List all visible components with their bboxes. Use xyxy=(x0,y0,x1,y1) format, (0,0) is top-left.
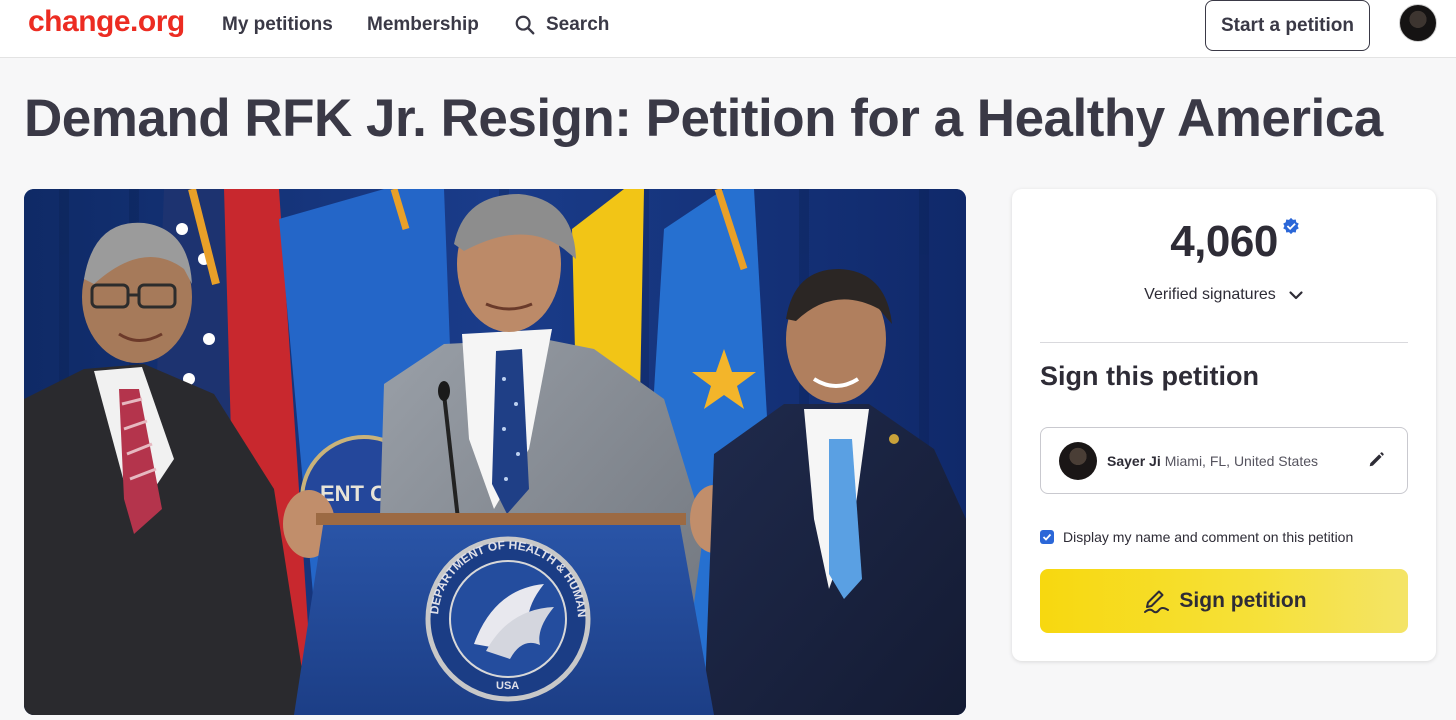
top-navigation-bar: change.org My petitions Membership Searc… xyxy=(0,0,1456,58)
display-name-option: Display my name and comment on this peti… xyxy=(1040,529,1353,545)
petition-title: Demand RFK Jr. Resign: Petition for a He… xyxy=(24,89,1383,148)
change-org-logo[interactable]: change.org xyxy=(28,5,185,39)
chevron-down-icon xyxy=(1289,291,1303,300)
start-petition-button[interactable]: Start a petition xyxy=(1205,0,1370,51)
verified-badge-icon xyxy=(1283,217,1299,235)
verified-signatures-toggle[interactable]: Verified signatures xyxy=(1012,286,1436,304)
nav-search-label: Search xyxy=(546,14,610,35)
nav-search[interactable]: Search xyxy=(514,14,609,36)
backdrop-seal-text: ENT O xyxy=(320,481,387,506)
verified-signatures-label: Verified signatures xyxy=(1144,286,1276,303)
petition-image: ENT O DEPARTMENT OF HEALTH & HUMAN USA xyxy=(24,189,966,715)
display-name-checkbox[interactable] xyxy=(1040,530,1054,544)
signer-location: Miami, FL, United States xyxy=(1164,452,1318,469)
sign-petition-label: Sign petition xyxy=(1179,589,1307,612)
podium-seal-usa: USA xyxy=(496,680,519,692)
display-name-label: Display my name and comment on this peti… xyxy=(1063,529,1354,545)
signature-count: 4,060 xyxy=(1170,217,1278,266)
checkmark-icon xyxy=(1042,533,1052,541)
user-avatar[interactable] xyxy=(1399,4,1437,42)
panel-divider xyxy=(1040,342,1408,343)
signer-info-box: Sayer Ji Miami, FL, United States xyxy=(1040,427,1408,494)
signature-count-row: 4,060 xyxy=(1012,217,1436,267)
sign-petition-button[interactable]: Sign petition xyxy=(1040,569,1408,633)
nav-membership[interactable]: Membership xyxy=(367,14,479,36)
signer-avatar xyxy=(1059,441,1097,480)
pencil-icon[interactable] xyxy=(1367,451,1385,469)
nav-my-petitions[interactable]: My petitions xyxy=(222,14,333,36)
sign-pen-icon xyxy=(1144,590,1170,614)
sign-petition-heading: Sign this petition xyxy=(1040,361,1259,391)
search-icon xyxy=(515,15,535,35)
signer-name: Sayer Ji xyxy=(1107,452,1161,469)
signature-panel: 4,060 Verified signatures Sign this peti… xyxy=(1012,189,1436,661)
